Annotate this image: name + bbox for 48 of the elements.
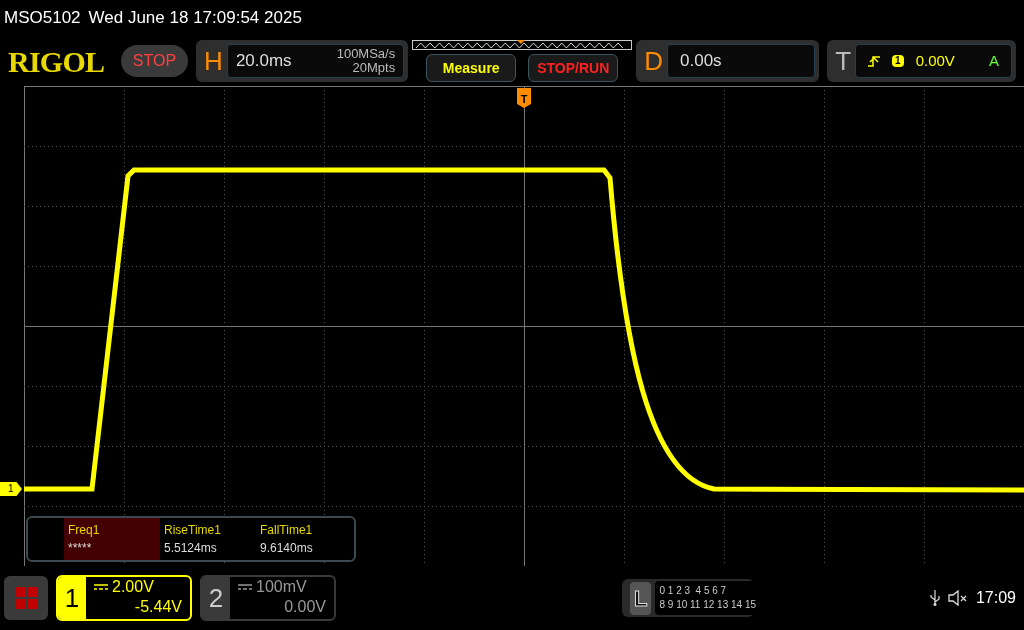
trigger-source: 1 [892,55,904,67]
timebase-value: 20.0ms [235,50,292,73]
measure-button[interactable]: Measure [426,54,517,82]
speaker-muted-icon [947,590,968,606]
sample-rate: 100MSa/s [336,47,396,61]
dc-coupling-icon [238,584,252,590]
trigger-level: 0.00V [915,50,955,71]
date-time: Wed June 18 17:09:54 2025 [88,7,302,30]
measurement-value: 9.6140ms [260,540,314,557]
channel-offset: -5.44V [134,597,182,617]
measurement-name: FallTime1 [260,522,314,539]
menu-button[interactable] [4,576,48,620]
channel-number: 2 [202,577,230,619]
channel-scale: 100mV [256,577,307,597]
model-name: MSO5102 [4,7,81,30]
trigger-position-marker[interactable]: T [517,88,531,108]
channel-offset: 0.00V [284,597,326,617]
rising-edge-icon [868,55,881,67]
usb-icon [929,590,940,606]
trigger-panel[interactable]: T 1 0.00V A [827,40,1016,82]
measurement-value: ***** [68,540,93,557]
channel-number: 1 [58,577,86,619]
memory-depth: 20Mpts [352,61,396,75]
horizontal-letter: H [204,44,223,78]
logic-letter: L [630,581,652,615]
clock: 17:09 [975,588,1016,608]
measurement-value: 5.5124ms [164,540,218,557]
measurement-name: Freq1 [68,522,101,539]
measurement-item[interactable]: RiseTime1 5.5124ms [160,518,256,560]
delay-panel[interactable]: D 0.00s [636,40,820,82]
measurement-name: RiseTime1 [164,522,222,539]
measurement-item[interactable]: Freq1 ***** [64,518,160,560]
trigger-mode: A [989,50,999,71]
logo: RIGOL [8,43,106,80]
logic-channel-labels: 0 1 2 3 4 5 6 7 [659,584,728,598]
measurement-item[interactable]: FallTime1 9.6140ms [256,518,352,560]
dc-coupling-icon [94,584,108,590]
delay-value: 0.00s [680,50,722,73]
channel-card[interactable]: 1 2.00V -5.44V [56,575,192,621]
horizontal-panel[interactable]: H 20.0ms 100MSa/s 20Mpts [196,40,409,82]
channel-scale: 2.00V [112,577,154,597]
trigger-letter: T [835,44,852,78]
stop-run-button[interactable]: STOP/RUN [528,54,619,82]
logic-channel-labels: 8 9 10 11 12 13 14 15 [659,598,757,612]
delay-letter: D [644,44,663,78]
channel-card[interactable]: 2 100mV 0.00V [200,575,336,621]
run-state-badge: STOP [120,45,189,77]
channel-marker[interactable]: 1 [0,482,22,496]
